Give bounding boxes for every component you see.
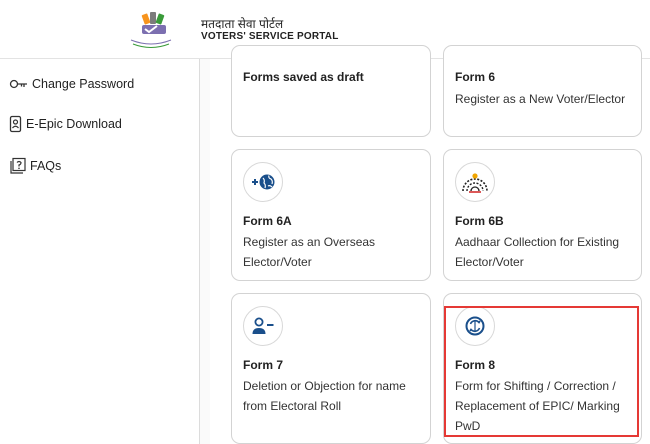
card-form-6b[interactable]: Form 6B Aadhaar Collection for Existing … <box>443 149 642 281</box>
card-title: Form 6B <box>455 214 504 228</box>
sidebar-item-label: E-Epic Download <box>26 117 122 131</box>
user-minus-icon <box>243 306 283 346</box>
card-title: Form 8 <box>455 358 496 372</box>
card-title: Form 6 <box>455 70 496 84</box>
card-description: Register as an Overseas Elector/Voter <box>243 235 376 269</box>
aadhaar-icon <box>455 162 495 202</box>
card-description: Aadhaar Collection for Existing Elector/… <box>455 235 620 269</box>
card-title: Form 6A <box>243 214 292 228</box>
shift-correction-icon <box>455 306 495 346</box>
sidebar-item-change-password[interactable]: Change Password <box>9 77 134 91</box>
sidebar-item-label: FAQs <box>30 159 62 173</box>
card-description: Form for Shifting / Correction / Replace… <box>455 379 620 433</box>
scroll-gutter <box>200 59 210 444</box>
portal-title-english: VOTERS' SERVICE PORTAL <box>201 31 339 42</box>
sidebar: Change Password E-Epic Download FAQs <box>0 59 200 444</box>
sidebar-item-e-epic-download[interactable]: E-Epic Download <box>9 115 122 133</box>
key-icon <box>9 79 27 89</box>
card-title: Forms saved as draft <box>243 70 364 84</box>
card-form-6a[interactable]: Form 6A Register as an Overseas Elector/… <box>231 149 431 281</box>
sidebar-item-faqs[interactable]: FAQs <box>9 157 61 175</box>
sidebar-item-label: Change Password <box>32 77 135 91</box>
globe-plus-icon <box>243 162 283 202</box>
portal-title-hindi: मतदाता सेवा पोर्टल <box>201 17 284 31</box>
card-forms-saved-draft[interactable]: Forms saved as draft <box>231 45 431 137</box>
card-form-6[interactable]: Form 6 Register as a New Voter/Elector <box>443 45 642 137</box>
card-description: Register as a New Voter/Elector <box>455 92 626 106</box>
card-form-7[interactable]: Form 7 Deletion or Objection for name fr… <box>231 293 431 444</box>
card-title: Form 7 <box>243 358 284 372</box>
faq-icon <box>10 157 26 174</box>
eci-logo <box>128 10 174 48</box>
card-description: Deletion or Objection for name from Elec… <box>243 379 406 413</box>
id-card-icon <box>9 115 22 133</box>
card-form-8[interactable]: Form 8 Form for Shifting / Correction / … <box>443 293 642 444</box>
